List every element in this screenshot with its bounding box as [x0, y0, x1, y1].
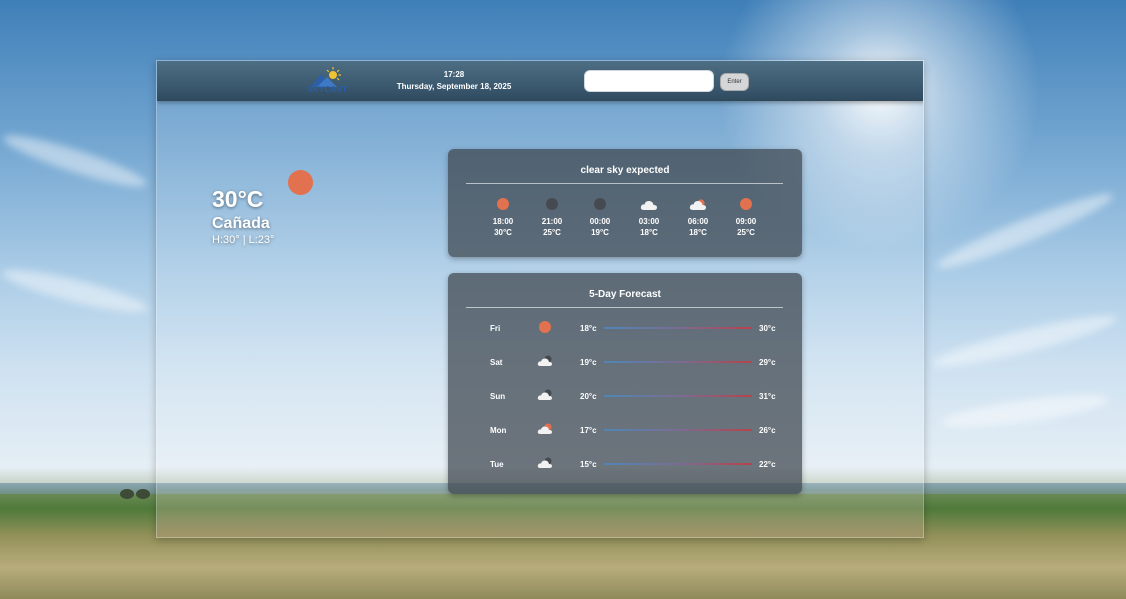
day-high: 22°c — [759, 460, 776, 469]
day-row: Sun 20°c 31°c — [448, 386, 802, 406]
temp-range-bar — [604, 327, 752, 329]
hour-item: 00:00 19°C — [580, 196, 620, 238]
day-low: 17°c — [580, 426, 597, 435]
day-row: Fri 18°c 30°c — [448, 318, 802, 338]
hour-time: 03:00 — [638, 217, 660, 226]
day-row: Tue 15°c 22°c — [448, 454, 802, 474]
divider — [466, 183, 783, 184]
hourly-title: clear sky expected — [580, 165, 670, 176]
weather-app-window: SKYCAST 17:28 Thursday, September 18, 20… — [156, 60, 924, 538]
day-high: 26°c — [759, 426, 776, 435]
day-low: 15°c — [580, 460, 597, 469]
day-row: Mon 17°c 26°c — [448, 420, 802, 440]
day-name: Mon — [490, 426, 507, 435]
cloud-moon-icon — [537, 457, 552, 468]
moon-icon — [594, 198, 606, 210]
day-name: Sun — [490, 392, 506, 401]
cloud-sun-icon — [537, 423, 552, 434]
window-fog — [157, 491, 923, 537]
hour-temp: 19°C — [591, 228, 609, 237]
cloud-streak — [0, 262, 151, 320]
temp-range-bar — [604, 463, 752, 465]
cloud-sun-icon — [689, 199, 706, 210]
hour-temp: 25°C — [543, 228, 561, 237]
hourly-forecast-card: clear sky expected 18:00 30°C 21:00 25°C… — [448, 149, 802, 257]
hour-item: 09:00 25°C — [726, 196, 766, 238]
sun-icon — [539, 321, 551, 333]
cloud-streak — [930, 307, 1120, 375]
current-temperature: 30°C — [212, 186, 264, 212]
current-time: 17:28 — [443, 70, 465, 79]
sun-icon — [288, 170, 313, 195]
app-name: SKYCAST — [307, 85, 348, 94]
day-name: Sat — [490, 358, 503, 367]
cloud-icon — [640, 200, 657, 210]
daily-title: 5-Day Forecast — [589, 289, 661, 300]
current-date: Thursday, September 18, 2025 — [396, 82, 512, 91]
hour-item: 06:00 18°C — [678, 196, 718, 238]
hour-item: 21:00 25°C — [532, 196, 572, 238]
day-low: 18°c — [580, 324, 597, 333]
day-row: Sat 19°c 29°c — [448, 352, 802, 372]
sun-icon — [740, 198, 752, 210]
hour-temp: 18°C — [640, 228, 658, 237]
day-high: 30°c — [759, 324, 776, 333]
cloud-moon-icon — [537, 355, 552, 366]
day-name: Fri — [490, 324, 501, 333]
hour-time: 21:00 — [541, 217, 563, 226]
day-name: Tue — [490, 460, 504, 469]
day-high: 31°c — [759, 392, 776, 401]
clock: 17:28 Thursday, September 18, 2025 — [383, 70, 525, 91]
day-low: 20°c — [580, 392, 597, 401]
moon-icon — [546, 198, 558, 210]
tree — [120, 489, 134, 499]
current-weather: 30°C Cañada H:30° | L:23° — [212, 186, 274, 247]
hour-time: 00:00 — [589, 217, 611, 226]
temp-range-bar — [604, 361, 752, 363]
day-high: 29°c — [759, 358, 776, 367]
city-name: Cañada — [212, 215, 270, 232]
sun-icon — [497, 198, 509, 210]
divider — [466, 307, 783, 308]
hour-time: 09:00 — [735, 217, 757, 226]
daily-forecast-card: 5-Day Forecast Fri 18°c 30°c Sat 19°c 29… — [448, 273, 802, 494]
hour-temp: 30°C — [494, 228, 512, 237]
high-low: H:30° | L:23° — [212, 234, 275, 246]
cloud-moon-icon — [537, 389, 552, 400]
header: SKYCAST 17:28 Thursday, September 18, 20… — [157, 61, 923, 101]
city-search-input[interactable] — [584, 70, 714, 92]
cloud-streak — [939, 388, 1111, 434]
hour-time: 18:00 — [492, 217, 514, 226]
hour-time: 06:00 — [687, 217, 709, 226]
temp-range-bar — [604, 429, 752, 431]
temp-range-bar — [604, 395, 752, 397]
enter-button[interactable]: Enter — [720, 73, 749, 91]
hour-temp: 25°C — [737, 228, 755, 237]
day-low: 19°c — [580, 358, 597, 367]
hour-temp: 18°C — [689, 228, 707, 237]
cloud-streak — [0, 127, 150, 195]
hour-item: 18:00 30°C — [483, 196, 523, 238]
hour-item: 03:00 18°C — [629, 196, 669, 238]
tree — [136, 489, 150, 499]
